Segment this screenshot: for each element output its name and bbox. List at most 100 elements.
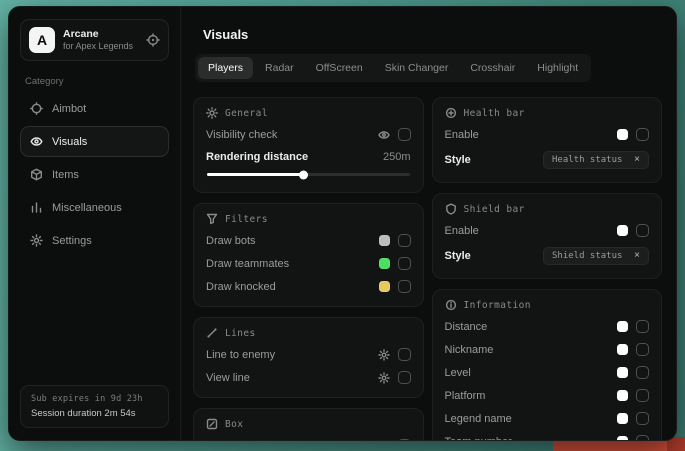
sidebar-item-visuals[interactable]: Visuals <box>20 126 169 157</box>
tab-skin-changer[interactable]: Skin Changer <box>375 57 459 79</box>
health-bar-card-title: Health bar <box>445 107 650 119</box>
level-checkbox[interactable] <box>636 366 649 379</box>
tab-highlight[interactable]: Highlight <box>527 57 588 79</box>
sidebar-item-settings[interactable]: Settings <box>20 225 169 256</box>
health-enable-checkbox[interactable] <box>636 128 649 141</box>
line-to-enemy-checkbox[interactable] <box>398 348 411 361</box>
app-header-card: A Arcane for Apex Legends <box>20 19 169 61</box>
tab-players[interactable]: Players <box>198 57 253 79</box>
draw-bots-checkbox[interactable] <box>398 234 411 247</box>
box-enable-checkbox[interactable] <box>398 439 411 440</box>
setting-label: Nickname <box>445 344 494 356</box>
subscription-expiry: Sub expires in 9d 23h <box>31 394 158 404</box>
clear-icon[interactable]: × <box>634 155 640 165</box>
general-card: General Visibility check Rendering dista… <box>193 97 424 193</box>
draw-teammates-checkbox[interactable] <box>398 257 411 270</box>
sun-icon <box>206 107 218 119</box>
setting-row-nickname: Nickname <box>445 338 650 361</box>
cards-grid: General Visibility check Rendering dista… <box>193 97 662 440</box>
color-swatch[interactable] <box>617 390 628 401</box>
setting-row-platform: Platform <box>445 384 650 407</box>
team-number-checkbox[interactable] <box>636 435 649 440</box>
color-swatch[interactable] <box>617 436 628 440</box>
setting-row-shield-enable: Enable <box>445 219 650 242</box>
setting-row-health-enable: Enable <box>445 123 650 146</box>
card-title-text: Box <box>225 419 243 430</box>
app-title: Arcane <box>63 28 138 41</box>
setting-label: Draw teammates <box>206 258 289 270</box>
category-label: Category <box>25 76 164 87</box>
shield-bar-card: Shield bar Enable Style Shield status <box>432 193 663 279</box>
color-swatch[interactable] <box>617 225 628 236</box>
slider-thumb[interactable] <box>299 170 308 179</box>
setting-label: View line <box>206 372 250 384</box>
sidebar-item-miscellaneous[interactable]: Miscellaneous <box>20 192 169 223</box>
color-swatch[interactable] <box>379 258 390 269</box>
app-subtitle: for Apex Legends <box>63 41 138 52</box>
select-value: Health status <box>552 155 622 165</box>
setting-label: Style <box>445 250 471 262</box>
app-logo: A <box>29 27 55 53</box>
clear-icon[interactable]: × <box>634 251 640 261</box>
setting-label: Team number <box>445 436 512 441</box>
color-swatch[interactable] <box>617 129 628 140</box>
platform-checkbox[interactable] <box>636 389 649 402</box>
tab-bar: Players Radar OffScreen Skin Changer Cro… <box>195 54 591 82</box>
general-card-title: General <box>206 107 411 119</box>
session-duration: Session duration 2m 54s <box>31 408 158 419</box>
lines-card: Lines Line to enemy View line <box>193 317 424 398</box>
color-swatch[interactable] <box>617 344 628 355</box>
setting-label: Style <box>445 154 471 166</box>
card-title-text: Lines <box>225 328 256 339</box>
filters-card-title: Filters <box>206 213 411 225</box>
tab-offscreen[interactable]: OffScreen <box>306 57 373 79</box>
scope-icon[interactable] <box>146 33 160 47</box>
right-column: Health bar Enable Style Health status <box>432 97 663 440</box>
shield-enable-checkbox[interactable] <box>636 224 649 237</box>
visibility-check-checkbox[interactable] <box>398 128 411 141</box>
setting-row-draw-knocked: Draw knocked <box>206 275 411 298</box>
rendering-distance-slider[interactable] <box>207 173 410 176</box>
draw-knocked-checkbox[interactable] <box>398 280 411 293</box>
color-swatch[interactable] <box>617 413 628 424</box>
setting-row-team-number: Team number <box>445 430 650 440</box>
box-icon <box>206 418 218 430</box>
color-swatch[interactable] <box>379 235 390 246</box>
color-swatch[interactable] <box>617 367 628 378</box>
nickname-checkbox[interactable] <box>636 343 649 356</box>
sidebar-item-label: Aimbot <box>52 103 86 115</box>
legend-name-checkbox[interactable] <box>636 412 649 425</box>
funnel-icon <box>206 213 218 225</box>
tab-crosshair[interactable]: Crosshair <box>460 57 525 79</box>
filters-card: Filters Draw bots Draw teammates <box>193 203 424 307</box>
sidebar-item-label: Visuals <box>52 136 87 148</box>
shield-icon <box>445 203 457 215</box>
sidebar-item-items[interactable]: Items <box>20 159 169 190</box>
app-window: A Arcane for Apex Legends Category Aimbo… <box>8 6 677 441</box>
color-swatch[interactable] <box>617 321 628 332</box>
color-swatch[interactable] <box>379 281 390 292</box>
view-line-checkbox[interactable] <box>398 371 411 384</box>
setting-label: Draw knocked <box>206 281 276 293</box>
setting-row-box-enable: Enable <box>206 434 411 440</box>
shield-bar-card-title: Shield bar <box>445 203 650 215</box>
card-title-text: General <box>225 108 268 119</box>
box-card: Box Enable Enable background <box>193 408 424 440</box>
gear-icon[interactable] <box>378 372 390 384</box>
setting-row-draw-teammates: Draw teammates <box>206 252 411 275</box>
sidebar-item-aimbot[interactable]: Aimbot <box>20 93 169 124</box>
setting-label: Line to enemy <box>206 349 275 361</box>
shield-style-select[interactable]: Shield status × <box>543 247 649 265</box>
setting-row-distance: Distance <box>445 315 650 338</box>
information-card-title: Information <box>445 299 650 311</box>
eye-icon[interactable] <box>378 129 390 141</box>
health-style-select[interactable]: Health status × <box>543 151 649 169</box>
setting-label: Level <box>445 367 471 379</box>
line-icon <box>206 327 218 339</box>
distance-checkbox[interactable] <box>636 320 649 333</box>
setting-label: Distance <box>445 321 488 333</box>
setting-row-line-to-enemy: Line to enemy <box>206 343 411 366</box>
setting-label: Rendering distance <box>206 151 308 163</box>
tab-radar[interactable]: Radar <box>255 57 304 79</box>
gear-icon[interactable] <box>378 349 390 361</box>
